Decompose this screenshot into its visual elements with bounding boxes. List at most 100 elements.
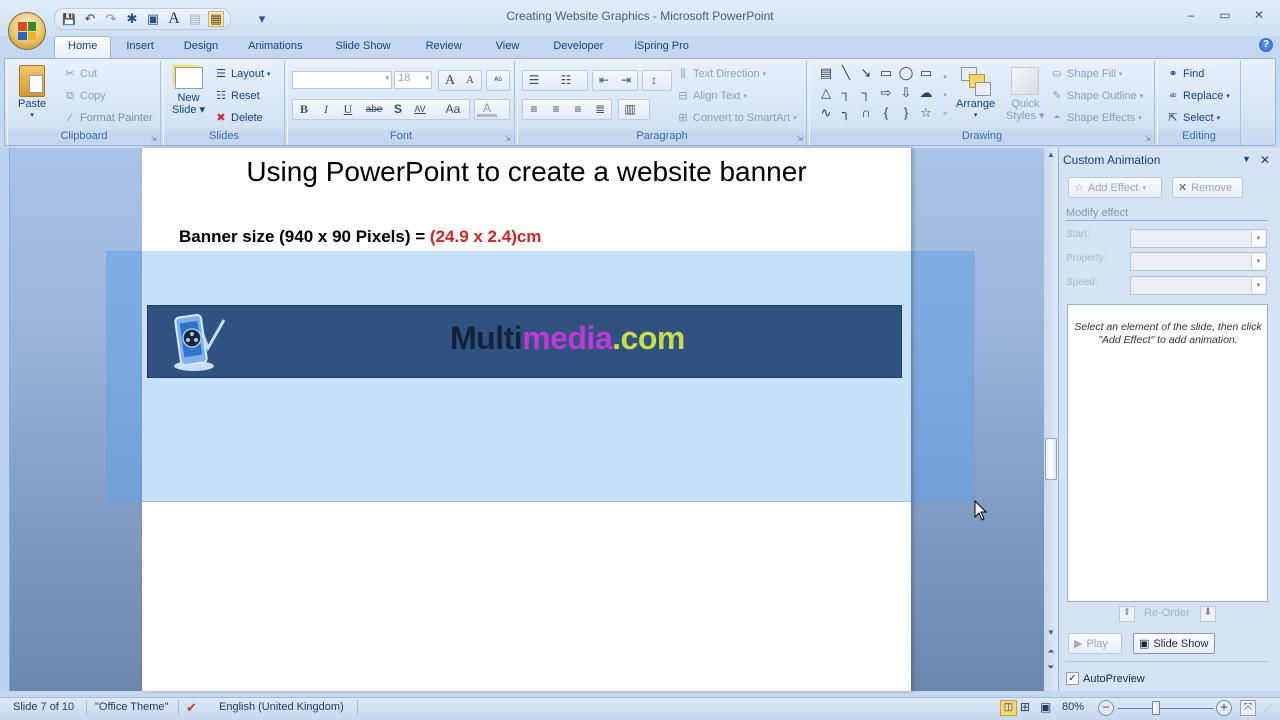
shape-gallery-item[interactable]: ⇨ [876,85,896,105]
change-case-button[interactable]: Aa [440,100,466,119]
tab-ispring-pro[interactable]: iSpring Pro [620,36,702,58]
text-direction-button[interactable]: ⫼ Text Direction ▾ [676,67,766,81]
arrange-button[interactable]: Arrange ▾ [956,67,995,119]
shape-gallery-item[interactable]: ⇩ [896,85,916,105]
line-spacing-button[interactable]: ↕ [642,70,672,91]
vertical-scrollbar[interactable]: ▲ ▼ ⏶ ⏷ [1044,148,1058,691]
start-select[interactable]: ▾ [1130,229,1267,248]
shape-gallery-item[interactable]: △ [816,85,836,105]
theme-name[interactable]: "Office Theme" [95,701,168,713]
slide-show-button[interactable]: ▣ Slide Show [1133,633,1215,654]
pane-options-icon[interactable]: ▼ [1242,154,1251,164]
zoom-level[interactable]: 80% [1062,701,1084,713]
shapes-gallery[interactable]: ▤ ╲ ↘ ▭ ◯ ▭ △ ┐ ┐ ⇨ ⇩ ☁ ∿ ╮ ∩{} ☆ [816,65,940,127]
format-painter-button[interactable]: ⁄ Format Painter [63,111,153,125]
cut-button[interactable]: ✂ Cut [63,67,97,81]
zoom-in-icon[interactable]: + [1216,700,1232,716]
previous-slide-icon[interactable]: ⏶ [1044,646,1058,657]
autopreview-checkbox[interactable]: ✓ [1066,672,1079,685]
shape-gallery-item[interactable]: ◯ [896,65,916,85]
italic-button[interactable]: I [316,100,336,119]
bullets-icon[interactable]: ☰ [524,71,544,90]
convert-smartart-button[interactable]: ⊞ Convert to SmartArt ▾ [676,111,796,125]
grow-font-button[interactable]: A [440,71,460,90]
office-button[interactable] [8,12,46,50]
move-up-icon[interactable]: ⬆ [1119,606,1135,622]
clear-formatting-button[interactable]: ᴬᵇ [486,70,510,91]
shape-gallery-item[interactable]: ╲ [836,65,856,85]
animation-list[interactable] [1067,304,1268,602]
character-spacing-button[interactable]: AV [410,100,430,119]
find-button[interactable]: ⚭ Find [1166,67,1204,81]
decrease-indent-icon[interactable]: ⇤ [594,71,614,90]
align-center-icon[interactable]: ≡ [546,100,566,119]
font-size-combo[interactable]: 18 ▾ [394,71,432,89]
add-effect-button[interactable]: ☆ Add Effect ▾ [1068,177,1162,198]
scrollbar-thumb[interactable] [1045,438,1057,480]
shape-fill-button[interactable]: ⛀ Shape Fill ▾ [1050,67,1122,81]
property-select[interactable]: ▾ [1130,252,1267,271]
bold-button[interactable]: B [294,100,314,119]
dialog-launcher-icon[interactable]: ⇲ [796,134,803,143]
shape-outline-button[interactable]: ✎ Shape Outline ▾ [1050,89,1143,103]
increase-indent-icon[interactable]: ⇥ [616,71,636,90]
tab-home[interactable]: Home [54,36,112,58]
slide-title[interactable]: Using PowerPoint to create a website ban… [142,156,911,188]
shape-gallery-item[interactable]: } [896,105,916,125]
next-slide-icon[interactable]: ⏷ [1044,662,1058,673]
underline-button[interactable]: U [338,100,358,119]
zoom-slider-thumb[interactable] [1152,701,1161,715]
dialog-launcher-icon[interactable]: ⇲ [504,134,511,143]
tab-developer[interactable]: Developer [536,36,620,58]
paste-button[interactable]: Paste ▾ [18,65,46,119]
language-indicator[interactable]: English (United Kingdom) [219,701,344,713]
tab-review[interactable]: Review [409,36,479,58]
slide-sorter-icon[interactable]: ⊞ [1020,700,1030,714]
shape-gallery-item[interactable]: ┐ [856,85,876,105]
remove-button[interactable]: ✕ Remove [1172,177,1243,198]
normal-view-icon[interactable]: ◫ [1000,700,1017,716]
tab-view[interactable]: View [479,36,537,58]
copy-button[interactable]: ⧉ Copy [63,89,106,103]
shape-gallery-item[interactable]: ▭ [916,65,936,85]
close-button[interactable]: ✕ [1248,8,1270,24]
slide-show-view-icon[interactable]: ▣ [1040,700,1051,714]
shape-gallery-item[interactable]: ∩ [856,105,876,125]
spelling-check-icon[interactable]: ✔ [186,700,197,716]
tab-design[interactable]: Design [169,36,233,58]
shape-effects-button[interactable]: ◓ Shape Effects ▾ [1050,111,1142,125]
shape-gallery-item[interactable]: ▭ [876,65,896,85]
shape-gallery-item[interactable]: ┐ [836,85,856,105]
shape-gallery-item[interactable]: ☆ [916,105,936,125]
banner-size-text[interactable]: Banner size (940 x 90 Pixels) = (24.9 x … [179,227,541,247]
shrink-font-button[interactable]: A [460,71,480,90]
minimize-button[interactable]: – [1180,8,1202,24]
shape-gallery-item[interactable]: ▤ [816,65,836,85]
tab-insert[interactable]: Insert [111,36,169,58]
zoom-slider-track[interactable] [1118,708,1214,709]
zoom-out-icon[interactable]: − [1098,700,1114,716]
scroll-up-icon[interactable]: ▲ [1044,150,1058,159]
slides-pane-edge[interactable] [0,148,10,691]
font-name-combo[interactable]: ▾ [292,71,392,89]
align-right-icon[interactable]: ≡ [568,100,588,119]
replace-button[interactable]: ᵃᵇ Replace ▾ [1166,89,1230,103]
maximize-button[interactable]: ▭ [1214,8,1236,24]
tab-animations[interactable]: Animations [233,36,317,58]
shape-gallery-item[interactable]: ↘ [856,65,876,85]
resize-grip-icon[interactable]: ⋰ [1264,703,1272,712]
columns-button[interactable]: ▥ [618,99,650,120]
reset-button[interactable]: ☷ Reset [214,89,260,103]
tab-slide-show[interactable]: Slide Show [318,36,409,58]
numbering-icon[interactable]: ☷ [556,71,576,90]
layout-button[interactable]: ☰ Layout ▾ [214,67,270,81]
scroll-down-icon[interactable]: ▼ [1044,628,1058,637]
quick-styles-button[interactable]: Quick Styles ▾ [1006,67,1045,122]
strikethrough-button[interactable]: abe [362,100,386,119]
justify-icon[interactable]: ≣ [590,100,610,119]
play-button[interactable]: ▶ Play [1068,633,1122,654]
new-slide-button[interactable]: New Slide ▾ [172,67,205,116]
align-left-icon[interactable]: ≡ [524,100,544,119]
delete-slide-button[interactable]: ✖ Delete [214,111,262,125]
shape-gallery-item[interactable]: ╮ [836,105,856,125]
